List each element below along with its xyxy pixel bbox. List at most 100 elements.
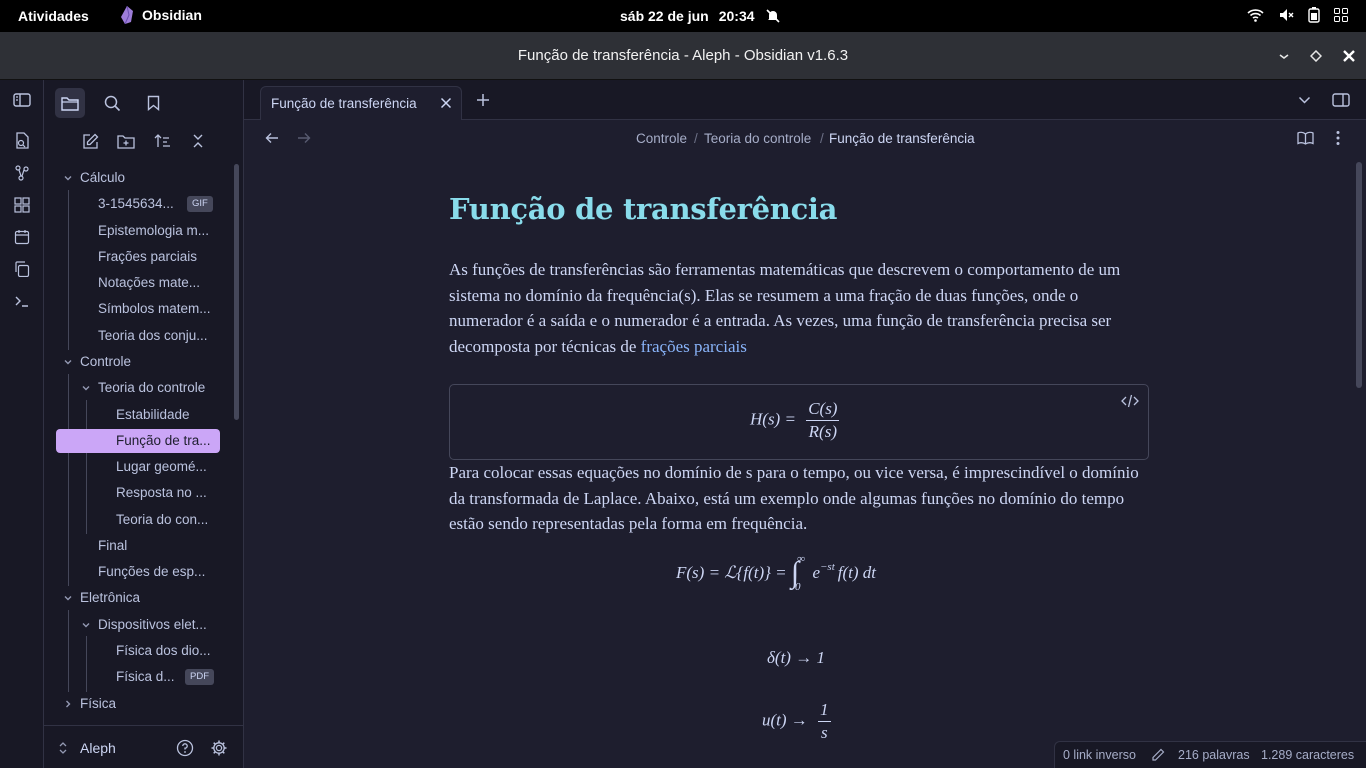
open-daily-note-button[interactable]	[12, 227, 32, 247]
tree-file[interactable]: Epistemologia m...	[56, 219, 220, 243]
tree-label: Teoria dos conju...	[98, 328, 208, 343]
tree-file[interactable]: Símbolos matem...	[56, 297, 220, 321]
open-graph-view-button[interactable]	[12, 163, 32, 183]
settings-gear-icon[interactable]	[210, 739, 228, 757]
maximize-button[interactable]	[1306, 46, 1326, 66]
minimize-button[interactable]	[1274, 46, 1294, 66]
tree-file[interactable]: Frações parciais	[56, 245, 220, 269]
tree-folder-controle[interactable]: Controle	[56, 350, 220, 374]
search-tab-button[interactable]	[97, 88, 127, 118]
tree-file[interactable]: Física dos dio...	[56, 639, 220, 663]
sidebar-scrollbar[interactable]	[234, 164, 239, 420]
volume-muted-icon	[1280, 9, 1294, 21]
chevrons-up-down-icon	[59, 742, 67, 754]
tree-label: Física dos dio...	[116, 643, 211, 658]
open-quick-switcher-button[interactable]	[12, 131, 32, 151]
tab-funcao-de-transferencia[interactable]: Função de transferência	[260, 86, 462, 121]
impulse-equation: δ(t) → 1	[767, 648, 825, 667]
equation-lhs: H(s) =	[750, 409, 796, 429]
calendar-icon	[14, 230, 30, 245]
tree-label: Controle	[80, 354, 132, 369]
tree-label: Cálculo	[80, 170, 126, 185]
character-count: 1.289 caracteres	[1261, 748, 1355, 762]
notifications-muted-icon	[765, 9, 780, 23]
navigate-back-arrow-icon[interactable]	[265, 131, 279, 145]
toggle-left-sidebar-button[interactable]	[12, 90, 32, 110]
navigate-forward-arrow-icon[interactable]	[297, 131, 311, 145]
tree-file[interactable]: 3-1545634... GIF	[56, 192, 220, 216]
activities-button[interactable]: Atividades	[18, 8, 89, 24]
toggle-right-sidebar-icon[interactable]	[1332, 92, 1350, 108]
tree-file[interactable]: Estabilidade	[56, 403, 220, 427]
word-count: 216 palavras	[1178, 748, 1250, 762]
sort-order-button[interactable]	[150, 130, 174, 152]
clock[interactable]: sáb 22 de jun 20:34	[620, 8, 781, 24]
math-block[interactable]: H(s) = C(s) R(s)	[449, 384, 1149, 460]
bookmarks-tab-button[interactable]	[138, 88, 168, 118]
tree-folder-teoria-do-controle[interactable]: Teoria do controle	[56, 376, 220, 400]
tab-label: Função de transferência	[271, 96, 417, 111]
system-menu-icon	[1334, 8, 1348, 22]
code-toggle-icon[interactable]	[1121, 394, 1139, 408]
breadcrumb-controle[interactable]: Controle	[636, 131, 687, 146]
tree-label: Física	[80, 696, 117, 711]
numerator: 1	[818, 700, 831, 722]
tree-file[interactable]: Resposta no ...	[56, 481, 220, 505]
tree-label: Eletrônica	[80, 590, 141, 605]
chevron-right-icon	[62, 698, 74, 710]
files-tab-button[interactable]	[55, 88, 85, 118]
close-tab-icon[interactable]	[439, 96, 453, 110]
app-menu[interactable]: Obsidian	[120, 6, 202, 24]
tree-label: 3-1545634...	[98, 196, 174, 211]
tree-file[interactable]: Lugar geomé...	[56, 455, 220, 479]
help-icon[interactable]	[176, 739, 194, 757]
breadcrumb-separator: /	[820, 131, 824, 146]
exp-base: e	[812, 563, 820, 582]
tree-file[interactable]: Teoria do con...	[56, 508, 220, 532]
tree-file[interactable]: Teoria dos conju...	[56, 324, 220, 348]
tree-label: Dispositivos elet...	[98, 617, 207, 632]
tree-label: Notações mate...	[98, 275, 201, 290]
tree-label: Função de tra...	[116, 433, 211, 448]
collapse-all-button[interactable]	[186, 130, 210, 152]
open-command-palette-button[interactable]	[12, 291, 32, 311]
reading-view-book-icon[interactable]	[1297, 131, 1314, 145]
new-note-button[interactable]	[78, 130, 102, 152]
system-tray[interactable]	[1247, 7, 1348, 23]
tree-file[interactable]: Final	[56, 534, 220, 558]
exp-exponent: −st	[819, 561, 835, 573]
numerator: C(s)	[806, 399, 840, 421]
backlinks-count[interactable]: 0 link inverso	[1063, 748, 1136, 762]
laplace-lhs: F(s) = ℒ{f(t)} =	[676, 563, 791, 582]
vault-name[interactable]: Aleph	[80, 740, 116, 756]
close-window-button[interactable]	[1339, 46, 1359, 66]
tree-folder-dispositivos[interactable]: Dispositivos elet...	[56, 613, 220, 637]
tab-list-chevron-down-icon[interactable]	[1298, 95, 1311, 105]
more-options-icon[interactable]	[1335, 130, 1341, 146]
file-extension-badge: GIF	[187, 196, 213, 212]
internal-link-fracoes-parciais[interactable]: frações parciais	[641, 337, 747, 356]
insert-template-button[interactable]	[12, 259, 32, 279]
tree-folder-fisica[interactable]: Física	[56, 692, 220, 716]
editor-scrollbar[interactable]	[1356, 162, 1362, 388]
folder-icon	[61, 96, 79, 111]
integral-upper-limit: ∞	[797, 553, 805, 565]
tree-file[interactable]: Funções de esp...	[56, 560, 220, 584]
tree-folder-eletronica[interactable]: Eletrônica	[56, 586, 220, 610]
tree-label: Lugar geomé...	[116, 459, 207, 474]
copy-icon	[15, 261, 30, 277]
integrand-tail: f(t) dt	[837, 563, 876, 582]
chevron-down-icon	[62, 172, 74, 184]
tree-file-active[interactable]: Função de tra...	[56, 429, 220, 453]
new-folder-button[interactable]	[114, 130, 138, 152]
new-tab-plus-icon[interactable]	[476, 93, 490, 107]
denominator: R(s)	[808, 422, 837, 441]
tree-file[interactable]: Notações mate...	[56, 271, 220, 295]
edit-pencil-icon[interactable]	[1151, 748, 1165, 762]
open-canvas-button[interactable]	[12, 195, 32, 215]
fraction: 1 s	[818, 700, 831, 743]
window-title-bar[interactable]: Função de transferência - Aleph - Obsidi…	[0, 32, 1366, 80]
tree-file[interactable]: Física d... PDF	[56, 665, 220, 689]
tree-folder-calculo[interactable]: Cálculo	[56, 166, 220, 190]
breadcrumb-teoria-do-controle[interactable]: Teoria do controle	[704, 131, 811, 146]
